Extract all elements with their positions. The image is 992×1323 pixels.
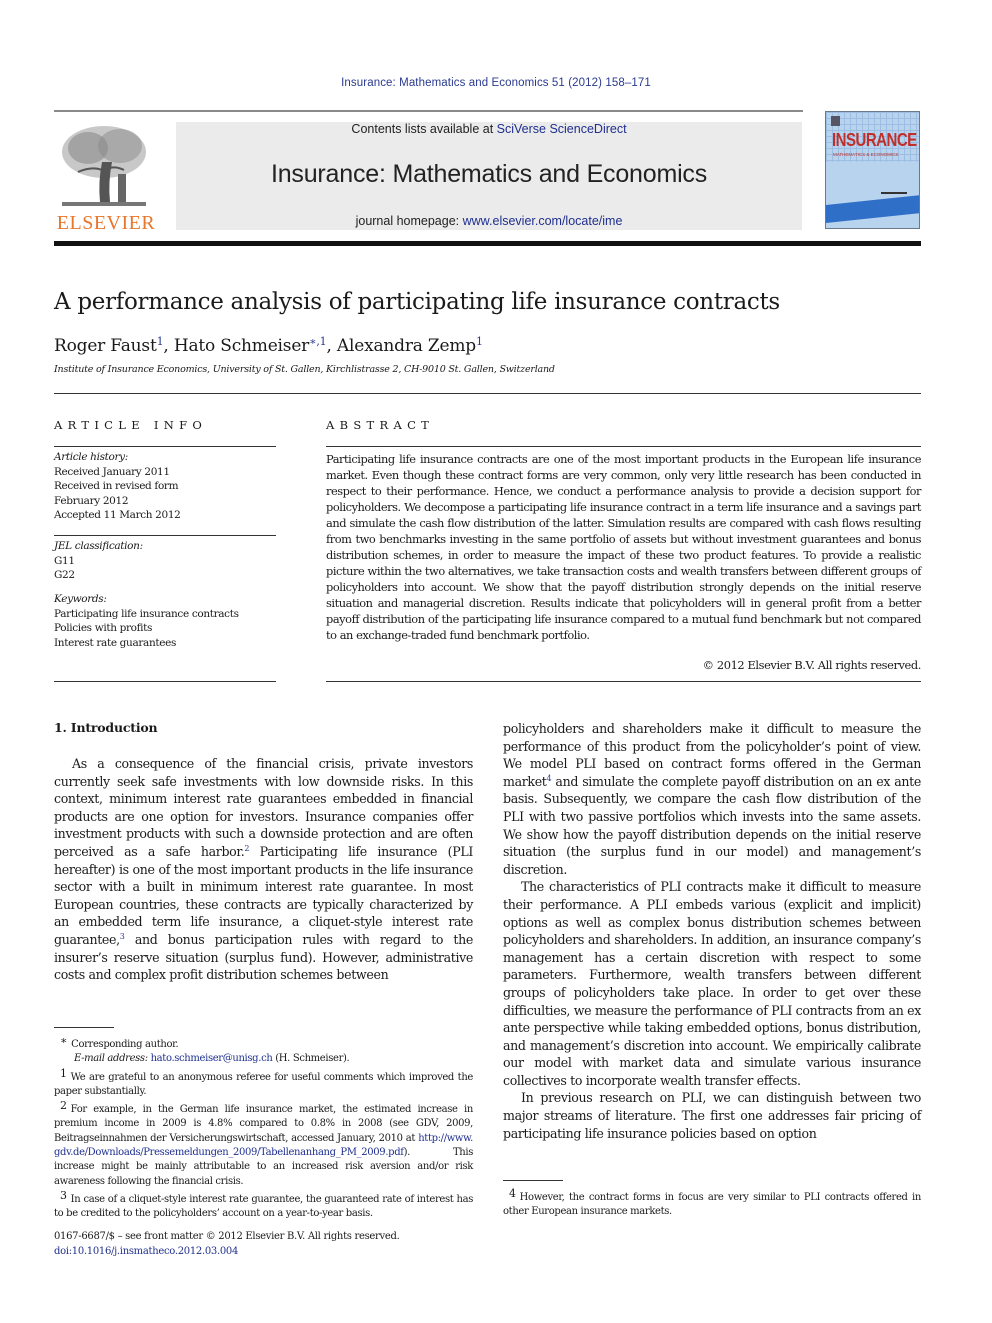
paragraph: The characteristics of PLI contracts mak…	[503, 879, 921, 1088]
paragraph: policyholders and shareholders make it d…	[503, 720, 921, 878]
article-info-rule	[54, 535, 276, 536]
body-column-left: As a consequence of the financial crisis…	[54, 755, 473, 984]
abstract-text: Participating life insurance contracts a…	[326, 452, 921, 642]
author-affiliation-mark[interactable]: ∗,1	[309, 335, 327, 348]
cover-elsevier-badge-icon	[831, 116, 840, 126]
homepage-prefix: journal homepage:	[355, 214, 463, 228]
footnote-text: We are grateful to an anonymous referee …	[54, 1071, 473, 1097]
footnotes-right: 4 However, the contract forms in focus ar…	[503, 1187, 921, 1220]
jel-label: JEL classification:	[54, 540, 143, 552]
email-label: E-mail address:	[74, 1053, 148, 1065]
footnote-email: E-mail address: hato.schmeiser@unisg.ch …	[54, 1052, 473, 1066]
abstract-bottom-rule	[326, 681, 921, 682]
author-affiliation-mark[interactable]: 1	[157, 335, 164, 348]
article-history: Article history: Received January 2011 R…	[54, 450, 276, 523]
cover-subtitle: MATHEMATICS & ECONOMICS	[833, 152, 899, 157]
author-affiliation-mark[interactable]: 1	[476, 335, 483, 348]
journal-title: Insurance: Mathematics and Economics	[270, 160, 708, 188]
abstract-rule	[326, 446, 921, 447]
footnote-text: For example, in the German life insuranc…	[54, 1104, 473, 1144]
cover-label	[881, 192, 907, 194]
footnote-text: However, the contract forms in focus are…	[503, 1192, 921, 1218]
elsevier-wordmark: ELSEVIER	[56, 212, 156, 234]
history-item: Received in revised form	[54, 480, 179, 492]
jel-classification: JEL classification: G11 G22	[54, 539, 276, 583]
keyword: Policies with profits	[54, 622, 153, 634]
author-list: Roger Faust1, Hato Schmeiser∗,1, Alexand…	[54, 335, 483, 356]
footnote-number: 1	[60, 1066, 67, 1080]
cover-title: INSURANCE	[832, 130, 917, 151]
keywords-label: Keywords:	[54, 593, 107, 605]
asterisk-mark: ∗	[60, 1034, 68, 1047]
footnotes-left: ∗ Corresponding author. E-mail address: h…	[54, 1034, 473, 1222]
footnote-text: In case of a cliquet-style interest rate…	[54, 1193, 473, 1220]
section-divider	[54, 393, 921, 394]
author-name[interactable]: Hato Schmeiser	[174, 336, 309, 356]
contents-prefix: Contents lists available at	[351, 122, 497, 136]
history-item: Accepted 11 March 2012	[54, 509, 181, 521]
history-item: February 2012	[54, 494, 129, 507]
footnote-corresponding: ∗ Corresponding author.	[54, 1034, 473, 1052]
journal-cover-image[interactable]: INSURANCE MATHEMATICS & ECONOMICS	[825, 111, 920, 229]
history-item: Received January 2011	[54, 465, 170, 478]
keyword: Participating life insurance contracts	[54, 607, 239, 620]
sciencedirect-link[interactable]: SciVerse ScienceDirect	[497, 122, 627, 136]
header-rule	[54, 110, 803, 112]
cover-band	[826, 195, 919, 223]
journal-homepage-link[interactable]: www.elsevier.com/locate/ime	[463, 214, 623, 228]
paragraph: As a consequence of the financial crisis…	[54, 755, 473, 984]
article-info-heading: ARTICLE INFO	[54, 418, 208, 432]
author-name[interactable]: Roger Faust	[54, 336, 157, 356]
footnote-number: 3	[60, 1188, 67, 1202]
footnote-rule	[54, 1027, 114, 1028]
front-matter: 0167-6687/$ – see front matter © 2012 El…	[54, 1229, 400, 1259]
footnote-number: 2	[60, 1099, 67, 1113]
issn-line: 0167-6687/$ – see front matter © 2012 El…	[54, 1231, 400, 1242]
doi-link[interactable]: doi:10.1016/j.insmatheco.2012.03.004	[54, 1246, 238, 1257]
jel-code: G22	[54, 569, 75, 581]
contents-line: Contents lists available at SciVerse Sci…	[176, 122, 802, 136]
footnote-text: (H. Schmeiser).	[272, 1053, 350, 1065]
paragraph: In previous research on PLI, we can dist…	[503, 1090, 921, 1141]
jel-code: G11	[54, 554, 75, 567]
masthead-divider	[54, 241, 921, 246]
body-column-right: policyholders and shareholders make it d…	[503, 720, 921, 1142]
footnote-1: 1 We are grateful to an anonymous referee…	[54, 1067, 473, 1100]
author-affiliation: Institute of Insurance Economics, Univer…	[54, 364, 555, 375]
keyword: Interest rate guarantees	[54, 636, 176, 649]
author-name[interactable]: Alexandra Zemp	[337, 336, 476, 356]
homepage-line: journal homepage: www.elsevier.com/locat…	[176, 214, 802, 228]
elsevier-logo[interactable]: ELSEVIER	[54, 118, 158, 234]
footnote-number: 4	[509, 1187, 516, 1200]
footnote-3: 3 In case of a cliquet-style interest rat…	[54, 1189, 473, 1222]
abstract-copyright: © 2012 Elsevier B.V. All rights reserved…	[702, 658, 922, 672]
keywords: Keywords: Participating life insurance c…	[54, 592, 276, 650]
footnote-text: Corresponding author.	[71, 1039, 179, 1050]
footnote-rule	[503, 1180, 563, 1181]
article-history-label: Article history:	[54, 451, 128, 463]
email-link[interactable]: hato.schmeiser@unisg.ch	[151, 1053, 273, 1064]
abstract-heading: ABSTRACT	[326, 418, 435, 432]
footnote-2: 2 For example, in the German life insuran…	[54, 1099, 473, 1189]
paragraph-text: and simulate the complete payoff distrib…	[503, 773, 921, 877]
footnote-4: 4 However, the contract forms in focus ar…	[503, 1187, 921, 1220]
journal-masthead: Contents lists available at SciVerse Sci…	[176, 122, 802, 230]
article-info-rule	[54, 446, 276, 447]
article-title: A performance analysis of participating …	[54, 289, 780, 315]
section-heading-introduction: 1. Introduction	[54, 720, 158, 735]
running-head[interactable]: Insurance: Mathematics and Economics 51 …	[0, 77, 992, 89]
elsevier-tree-icon	[62, 126, 146, 206]
article-info-bottom-rule	[54, 681, 276, 682]
